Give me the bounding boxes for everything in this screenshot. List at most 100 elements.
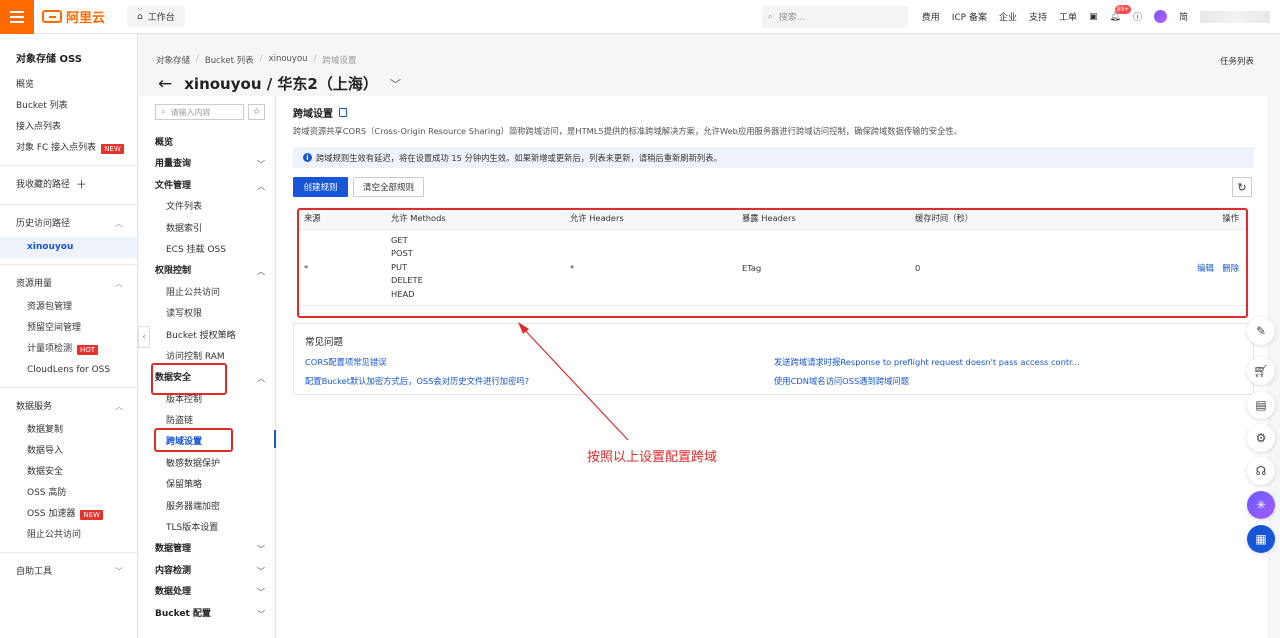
chevron-up-icon: ︿ [257,181,265,191]
icp-link[interactable]: ICP 备案 [952,10,987,23]
cart-icon[interactable]: 🛒︎ [1247,357,1275,385]
subnav-data-process[interactable]: 数据处理 ﹀ [139,582,275,603]
subnav-file-mgmt[interactable]: 文件管理 ︿ [139,176,275,197]
nav-resource-usage[interactable]: 资源用量 ︿ [0,271,137,297]
subnav-sensitive-data[interactable]: 敏感数据保护 [139,454,275,475]
nav-favorites[interactable]: 我收藏的路径＋ [0,172,137,198]
faq-link-encryption[interactable]: 配置Bucket默认加密方式后，OSS会对历史文件进行加密吗? [305,375,529,387]
breadcrumb-bucket[interactable]: xinouyou [269,54,308,66]
search-icon: ⌕ [767,11,773,22]
settings-icon[interactable]: ⚙ [1247,424,1275,452]
subnav-tls[interactable]: TLS版本设置 [139,518,275,539]
top-bar: 阿里云 ⌂ 工作台 ⌕ 搜索... 费用 ICP 备案 企业 支持 工单 ▣ 🔔︎ 9… [0,0,1280,34]
nav-history[interactable]: 历史访问路径 ︿ [0,211,137,237]
subnav-rw-permission[interactable]: 读写权限 [139,304,275,325]
aliyun-logo[interactable]: 阿里云 [42,7,105,26]
nav-data-import[interactable]: 数据导入 [0,441,137,462]
nav-data-security[interactable]: 数据安全 [0,462,137,483]
subnav-retention[interactable]: 保留策略 [139,475,275,496]
section-title: 跨域设置 [293,105,347,120]
annotation-text: 按照以上设置配置跨域 [587,450,718,465]
apps-grid-icon[interactable]: ▦ [1247,525,1275,553]
subnav-data-mgmt[interactable]: 数据管理 ﹀ [139,539,275,560]
workbench-button[interactable]: ⌂ 工作台 [127,6,185,27]
doc-icon[interactable] [339,108,347,117]
notification-badge: 99+ [1114,4,1132,14]
top-search-input[interactable]: ⌕ 搜索... [761,5,908,28]
terminal-icon[interactable]: ▣ [1089,12,1098,22]
nav-data-service[interactable]: 数据服务 ︿ [0,394,137,420]
back-arrow-icon[interactable]: ← [158,74,172,94]
chevron-up-icon: ︿ [115,219,123,228]
ticket-link[interactable]: 工单 [1059,10,1077,23]
refresh-icon[interactable]: ↻ [1232,177,1252,197]
subnav-block-public[interactable]: 阻止公共访问 [139,283,275,304]
collapse-chevron-icon[interactable]: ‹ [138,326,150,348]
annotation-box-cors [154,428,233,452]
subnav-data-index[interactable]: 数据索引 [139,219,275,240]
nav-reserved-space[interactable]: 预留空间管理 [0,318,137,339]
subnav-permission[interactable]: 权限控制 ︿ [139,261,275,282]
enterprise-link[interactable]: 企业 [999,10,1017,23]
faq-link-cors-errors[interactable]: CORS配置项常见错误 [305,356,386,368]
search-icon: ⌕ [161,107,166,116]
faq-link-cdn[interactable]: 使用CDN域名访问OSS遇到跨域问题 [774,375,909,387]
nav-cloudlens[interactable]: CloudLens for OSS [0,360,137,381]
subnav-overview[interactable]: 概览 [139,133,275,154]
support-link[interactable]: 支持 [1029,10,1047,23]
chevron-down-icon: ﹀ [257,588,265,598]
nav-meter-check[interactable]: 计量项检测 HOT [0,339,137,360]
chevron-down-icon[interactable]: ﹀ [390,76,401,92]
nav-fc-access-point[interactable]: 对象 FC 接入点列表 NEW [0,138,137,159]
user-name-blurred[interactable] [1200,10,1270,23]
chevron-up-icon: ︿ [257,374,265,384]
star-icon[interactable]: ☆ [248,104,265,120]
bell-icon[interactable]: 🔔︎ 99+ [1110,4,1132,22]
active-indicator [274,430,276,448]
subnav-search-input[interactable]: ⌕ 请输入内容 [155,104,244,120]
nav-self-service-tools[interactable]: 自助工具 ﹀ [0,559,137,585]
annotation-box-data-security [151,363,227,395]
subnav-content-detect[interactable]: 内容检测 ﹀ [139,561,275,582]
menu-icon[interactable] [0,0,34,34]
faq-link-preflight[interactable]: 发送跨域请求时报Response to preflight request do… [774,356,1080,368]
subnav-encryption[interactable]: 服务器端加密 [139,497,275,518]
nav-overview[interactable]: 概览 [0,75,137,96]
subnav-bucket-config[interactable]: Bucket 配置 ﹀ [139,604,275,625]
language-switch[interactable]: 简 [1179,10,1188,23]
breadcrumb-bucket-list[interactable]: Bucket 列表 [205,54,254,66]
nav-block-public-access[interactable]: 阻止公共访问 [0,525,137,546]
nav-history-xinouyou[interactable]: xinouyou [0,237,137,258]
info-icon: i [303,153,312,162]
page-title: ← xinouyou / 华东2（上海） ﹀ [158,73,401,94]
task-list-link[interactable]: 任务列表 [1220,55,1254,67]
subnav-bucket-policy[interactable]: Bucket 授权策略 [139,326,275,347]
breadcrumb-oss[interactable]: 对象存储 [156,54,190,66]
plus-icon[interactable]: ＋ [76,172,87,198]
chevron-up-icon: ︿ [115,402,123,411]
billing-link[interactable]: 费用 [922,10,940,23]
create-rule-button[interactable]: 创建规则 [293,177,348,197]
ai-assistant-icon[interactable] [1153,10,1167,23]
subnav-file-list[interactable]: 文件列表 [139,197,275,218]
nav-bucket-list[interactable]: Bucket 列表 [0,96,137,117]
headset-icon[interactable]: ☊ [1247,457,1275,485]
section-description: 跨域资源共享CORS（Cross-Origin Resource Sharing… [293,126,962,136]
chevron-up-icon: ︿ [115,279,123,288]
nav-resource-pack[interactable]: 资源包管理 [0,297,137,318]
chevron-down-icon: ﹀ [257,566,265,576]
nav-data-replication[interactable]: 数据复制 [0,420,137,441]
document-icon[interactable]: ▤ [1247,391,1275,419]
nav-oss-ddos[interactable]: OSS 高防 [0,483,137,504]
edit-icon[interactable]: ✎ [1247,317,1275,345]
nav-oss-accelerator[interactable]: OSS 加速器 NEW [0,504,137,525]
help-icon[interactable]: ⓘ [1133,10,1142,23]
nav-access-point-list[interactable]: 接入点列表 [0,117,137,138]
subnav-ecs-mount[interactable]: ECS 挂载 OSS [139,240,275,261]
subnav-usage[interactable]: 用量查询 ﹀ [139,154,275,175]
annotation-box-table [297,208,1248,318]
left-nav: 对象存储 OSS 概览 Bucket 列表 接入点列表 对象 FC 接入点列表 N… [0,34,138,638]
clear-all-rules-button[interactable]: 清空全部规则 [353,177,424,197]
new-tag: NEW [80,509,103,520]
ai-assistant-icon[interactable]: ✳ [1247,491,1275,519]
